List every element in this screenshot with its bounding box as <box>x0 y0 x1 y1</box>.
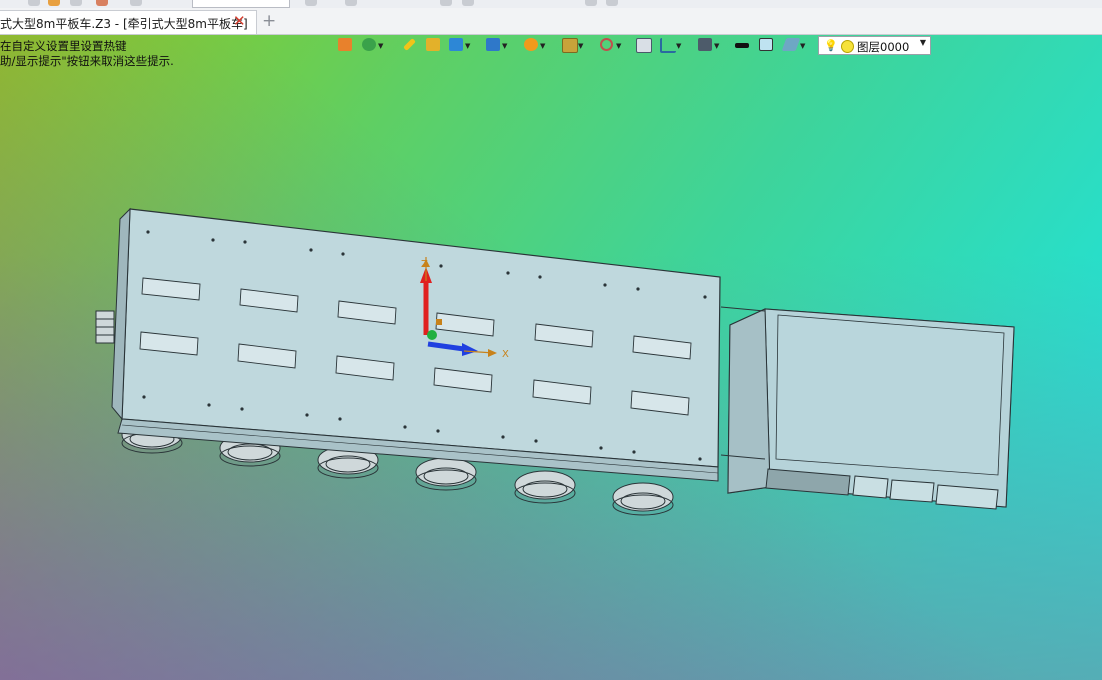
filter-icon[interactable] <box>305 0 317 6</box>
dimension-icon[interactable]: ▼ <box>660 38 681 53</box>
layout-icon[interactable] <box>585 0 597 6</box>
quick-access-icon[interactable] <box>28 0 40 6</box>
line-color-swatch-icon[interactable] <box>735 38 751 52</box>
exit-sketch-icon[interactable] <box>338 38 354 52</box>
fill-color-swatch-icon[interactable] <box>759 38 775 52</box>
layer-stack-icon[interactable]: ▼ <box>781 38 805 52</box>
open-icon[interactable] <box>48 0 60 6</box>
hitch <box>95 310 115 344</box>
close-icon[interactable]: ✕ <box>233 12 246 30</box>
datum-plane-icon[interactable] <box>636 38 652 53</box>
layer-color-dot <box>841 40 854 53</box>
view-cube-icon[interactable]: ▼ <box>486 38 507 52</box>
shaded-cube-icon[interactable]: ▼ <box>449 38 470 52</box>
lightbulb-icon: 💡 <box>824 39 838 52</box>
document-tab-title: 式大型8m平板车.Z3 - [牵引式大型8m平板车] <box>0 17 248 31</box>
pencil-icon[interactable] <box>402 38 418 52</box>
layer-select-value: 图层0000 <box>857 40 910 54</box>
x-axis-label: X <box>502 349 509 360</box>
pick-filter-icon[interactable]: ▼ <box>362 38 383 52</box>
document-tab-bar: 式大型8m平板车.Z3 - [牵引式大型8m平板车] ✕ + <box>0 8 1102 35</box>
hint-line-1: 在自定义设置里设置热键 <box>0 39 127 53</box>
cabin <box>720 306 1015 510</box>
z-axis-label: Z <box>421 259 428 270</box>
settings-icon[interactable] <box>606 0 618 6</box>
chevron-down-icon[interactable]: ▼ <box>920 38 926 47</box>
save-icon[interactable] <box>70 0 82 6</box>
trailer-model[interactable]: Z X <box>0 35 1102 680</box>
render-mode-icon[interactable]: ▼ <box>524 38 545 52</box>
snap-icon[interactable]: ▼ <box>600 38 621 52</box>
trailer-deck <box>111 207 721 482</box>
undo-icon[interactable] <box>96 0 108 6</box>
redo-icon[interactable] <box>130 0 142 6</box>
solid-box-icon[interactable] <box>426 38 442 52</box>
new-tab-button[interactable]: + <box>262 11 276 31</box>
help-icon[interactable] <box>462 0 474 6</box>
quick-select-combo[interactable] <box>192 0 290 8</box>
hint-line-2: 助/显示提示"按钮来取消这些提示. <box>0 54 174 68</box>
layer-select[interactable]: 💡 图层0000 ▼ <box>818 36 931 55</box>
monitor-icon[interactable]: ▼ <box>698 38 719 52</box>
3d-viewport[interactable]: 在自定义设置里设置热键 助/显示提示"按钮来取消这些提示. ▼ ▼ ▼ ▼ ▼ … <box>0 35 1102 680</box>
gear-icon[interactable] <box>440 0 452 6</box>
rotate-icon[interactable] <box>345 0 357 6</box>
display-filter-icon[interactable]: ▼ <box>562 38 583 53</box>
document-tab[interactable]: 式大型8m平板车.Z3 - [牵引式大型8m平板车] ✕ <box>0 10 257 34</box>
